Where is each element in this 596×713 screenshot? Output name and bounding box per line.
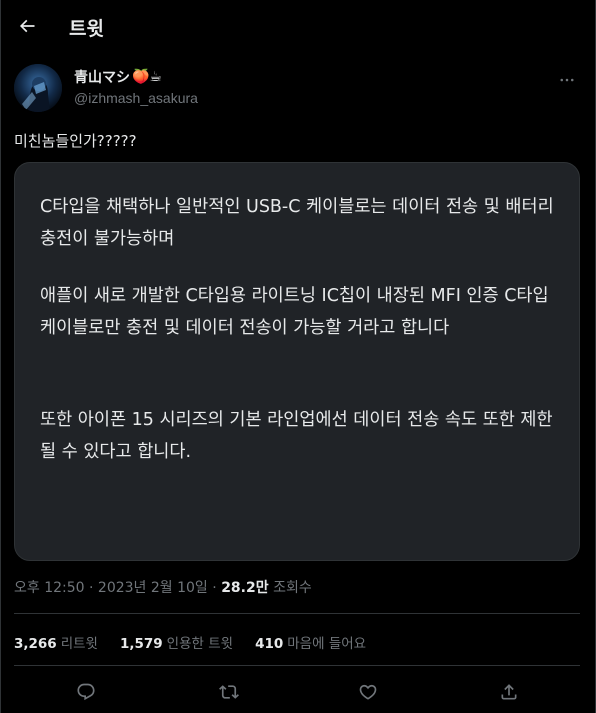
- divider: [14, 613, 580, 614]
- tweet-time[interactable]: 오후 12:50: [14, 580, 85, 596]
- share-button[interactable]: [497, 680, 521, 704]
- quotes-stat[interactable]: 1,579 인용한 트윗: [120, 632, 233, 652]
- views-count: 28.2만: [221, 580, 269, 596]
- arrow-left-icon: [19, 19, 35, 33]
- quoted-text-card[interactable]: C타입을 채택하나 일반적인 USB-C 케이블로는 데이터 전송 및 배터리 …: [14, 162, 580, 561]
- meta-separator: ·: [212, 580, 217, 596]
- author-handle[interactable]: @izhmash_asakura: [74, 90, 198, 106]
- author-name-text: 青山マシ: [74, 70, 130, 86]
- retweets-stat[interactable]: 3,266 리트윗: [14, 632, 98, 652]
- avatar[interactable]: [14, 64, 62, 112]
- tweet-meta: 오후 12:50 · 2023년 2월 10일 · 28.2만 조회수: [14, 577, 312, 597]
- top-bar: 트윗: [1, 0, 595, 53]
- views-label: 조회수: [273, 580, 312, 596]
- page-title: 트윗: [69, 18, 104, 40]
- heart-icon: [359, 684, 377, 700]
- reply-icon: [77, 683, 95, 701]
- back-button[interactable]: [13, 12, 41, 40]
- tweet-text: 미친놈들인가?????: [14, 132, 137, 150]
- author-emojis: 🍑☕: [132, 69, 162, 85]
- retweets-count: 3,266: [14, 636, 57, 652]
- author-display-name[interactable]: 青山マシ 🍑☕: [74, 67, 162, 87]
- avatar-image: [14, 64, 62, 112]
- reply-button[interactable]: [74, 680, 98, 704]
- quotes-count: 1,579: [119, 636, 163, 652]
- like-button[interactable]: [356, 680, 380, 704]
- more-horizontal-icon: [560, 78, 574, 82]
- card-paragraph-2: 애플이 새로 개발한 C타입용 라이트닝 IC칩이 내장된 MFI 인증 C타입…: [40, 286, 549, 338]
- likes-stat[interactable]: 410 마음에 들어요: [255, 632, 366, 652]
- tweet-page: 트윗 青山マシ 🍑☕ @izhmash_asakura 미친놈들인가????? …: [0, 0, 596, 713]
- retweet-button[interactable]: [217, 680, 241, 704]
- share-icon: [501, 684, 517, 700]
- likes-count: 410: [255, 636, 284, 652]
- quotes-label: 인용한 트윗: [166, 636, 234, 652]
- card-paragraph-1: C타입을 채택하나 일반적인 USB-C 케이블로는 데이터 전송 및 배터리 …: [40, 197, 554, 249]
- divider: [14, 665, 580, 666]
- likes-label: 마음에 들어요: [287, 636, 367, 652]
- card-paragraph-3: 또한 아이폰 15 시리즈의 기본 라인업에선 데이터 전송 속도 또한 제한될…: [40, 410, 553, 462]
- meta-separator: ·: [89, 580, 94, 596]
- engagement-stats: 3,266 리트윗 1,579 인용한 트윗 410 마음에 들어요: [14, 632, 366, 652]
- retweets-label: 리트윗: [60, 636, 98, 652]
- retweet-icon: [219, 685, 239, 699]
- tweet-date[interactable]: 2023년 2월 10일: [98, 580, 208, 596]
- more-button[interactable]: [557, 70, 577, 90]
